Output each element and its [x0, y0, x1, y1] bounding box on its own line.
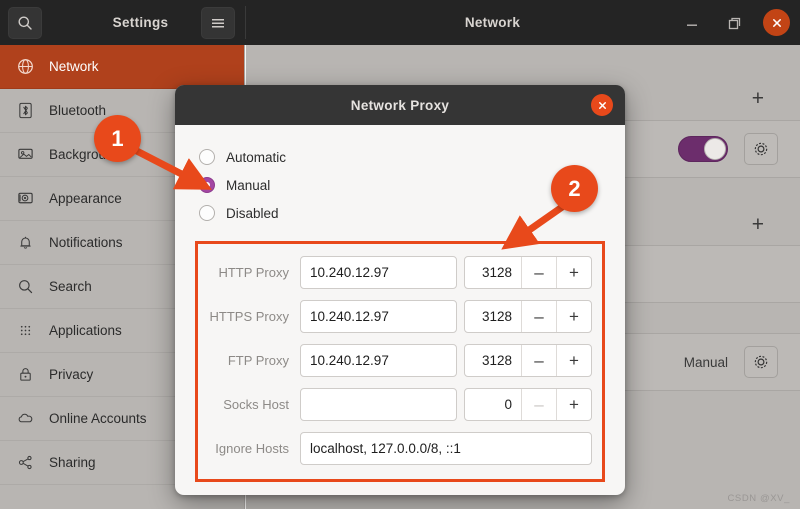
ftp-port-minus-button[interactable]: – — [521, 345, 556, 376]
ignore-hosts-label: Ignore Hosts — [215, 441, 289, 456]
add-button[interactable]: + — [752, 87, 764, 111]
appearance-icon — [16, 189, 35, 208]
sidebar-item-label: Appearance — [49, 191, 122, 206]
proxy-method-manual[interactable]: Manual — [199, 171, 605, 199]
https-proxy-port-stepper: 3128 – + — [464, 300, 592, 333]
http-proxy-row: HTTP Proxy 10.240.12.97 3128 – + — [208, 254, 592, 291]
ignore-hosts-input[interactable]: localhost, 127.0.0.0/8, ::1 — [300, 432, 592, 465]
minimize-button[interactable] — [679, 10, 705, 36]
http-proxy-input[interactable]: 10.240.12.97 — [300, 256, 457, 289]
socks-port-minus-button[interactable]: – — [521, 389, 556, 420]
radio-label: Disabled — [226, 205, 279, 221]
ftp-proxy-port-stepper: 3128 – + — [464, 344, 592, 377]
titlebar-left-pane: Settings — [0, 0, 245, 45]
ignore-hosts-row: Ignore Hosts localhost, 127.0.0.0/8, ::1 — [208, 430, 592, 467]
window-close-button[interactable] — [763, 9, 790, 36]
titlebar-right-pane: Network — [245, 0, 800, 45]
http-proxy-port-value[interactable]: 3128 — [465, 257, 521, 288]
bluetooth-icon — [16, 101, 35, 120]
close-icon — [772, 18, 781, 27]
bell-icon — [16, 233, 35, 252]
globe-icon — [16, 57, 35, 76]
ftp-proxy-port-value[interactable]: 3128 — [465, 345, 521, 376]
maximize-button[interactable] — [721, 10, 747, 36]
callout-badge-1: 1 — [94, 115, 141, 162]
proxy-settings-button[interactable] — [744, 346, 778, 378]
restore-icon — [728, 17, 741, 29]
panel-title: Network — [464, 15, 521, 30]
monitor-icon — [16, 145, 35, 164]
sidebar-item-label: Applications — [49, 323, 122, 338]
radio-automatic-icon[interactable] — [199, 149, 215, 165]
menu-button[interactable] — [201, 6, 235, 39]
hamburger-menu-icon — [212, 18, 224, 27]
close-icon — [598, 101, 606, 109]
ftp-port-plus-button[interactable]: + — [556, 345, 591, 376]
sidebar-item-label: Online Accounts — [49, 411, 147, 426]
dialog-title: Network Proxy — [350, 97, 450, 113]
https-port-plus-button[interactable]: + — [556, 301, 591, 332]
dialog-close-button[interactable] — [591, 94, 613, 116]
sidebar-item-label: Search — [49, 279, 92, 294]
http-port-plus-button[interactable]: + — [556, 257, 591, 288]
socks-host-label: Socks Host — [223, 397, 289, 412]
toggle-knob — [704, 138, 726, 160]
sidebar-item-network[interactable]: Network — [0, 45, 244, 89]
vpn-settings-button[interactable] — [744, 133, 778, 165]
watermark: CSDN @XV_ — [727, 493, 790, 504]
http-proxy-port-stepper: 3128 – + — [464, 256, 592, 289]
ftp-proxy-label: FTP Proxy — [227, 353, 289, 368]
radio-label: Manual — [226, 177, 271, 193]
window-titlebar: Settings Network — [0, 0, 800, 45]
https-proxy-row: HTTPS Proxy 10.240.12.97 3128 – + — [208, 298, 592, 335]
socks-host-row: Socks Host 0 – + — [208, 386, 592, 423]
sidebar-item-label: Privacy — [49, 367, 94, 382]
gear-icon — [754, 142, 768, 156]
proxy-value-label: Manual — [683, 354, 728, 370]
radio-disabled-icon[interactable] — [199, 205, 215, 221]
callout-badge-2: 2 — [551, 165, 598, 212]
socks-host-input[interactable] — [300, 388, 457, 421]
proxy-fields-group: HTTP Proxy 10.240.12.97 3128 – + HTTPS P… — [195, 241, 605, 482]
ftp-proxy-input[interactable]: 10.240.12.97 — [300, 344, 457, 377]
sidebar-item-label: Sharing — [49, 455, 96, 470]
window-controls — [679, 0, 790, 45]
network-proxy-dialog: Network Proxy Automatic Manual Disabled — [175, 85, 625, 495]
sidebar-item-label: Notifications — [49, 235, 123, 250]
share-icon — [16, 453, 35, 472]
sidebar-item-label: Bluetooth — [49, 103, 107, 118]
sidebar-item-label: Network — [49, 59, 99, 74]
add-button[interactable]: + — [752, 213, 764, 237]
search-icon — [18, 16, 32, 30]
radio-label: Automatic — [226, 149, 287, 165]
screen: Settings Network Network Bluetooth Backg… — [0, 0, 800, 509]
minimize-icon — [687, 24, 697, 26]
radio-manual-icon[interactable] — [199, 177, 215, 193]
socks-port-plus-button[interactable]: + — [556, 389, 591, 420]
socks-host-port-value[interactable]: 0 — [465, 389, 521, 420]
cloud-icon — [16, 409, 35, 428]
ftp-proxy-row: FTP Proxy 10.240.12.97 3128 – + — [208, 342, 592, 379]
http-proxy-label: HTTP Proxy — [218, 265, 289, 280]
vpn-toggle[interactable] — [678, 136, 728, 162]
dialog-titlebar: Network Proxy — [175, 85, 625, 125]
search-icon — [16, 277, 35, 296]
http-port-minus-button[interactable]: – — [521, 257, 556, 288]
lock-icon — [16, 365, 35, 384]
proxy-method-automatic[interactable]: Automatic — [199, 143, 605, 171]
https-proxy-port-value[interactable]: 3128 — [465, 301, 521, 332]
socks-host-port-stepper: 0 – + — [464, 388, 592, 421]
https-proxy-label: HTTPS Proxy — [209, 309, 289, 324]
https-proxy-input[interactable]: 10.240.12.97 — [300, 300, 457, 333]
proxy-method-disabled[interactable]: Disabled — [199, 199, 605, 227]
gear-icon — [754, 355, 768, 369]
https-port-minus-button[interactable]: – — [521, 301, 556, 332]
grid-icon — [16, 321, 35, 340]
